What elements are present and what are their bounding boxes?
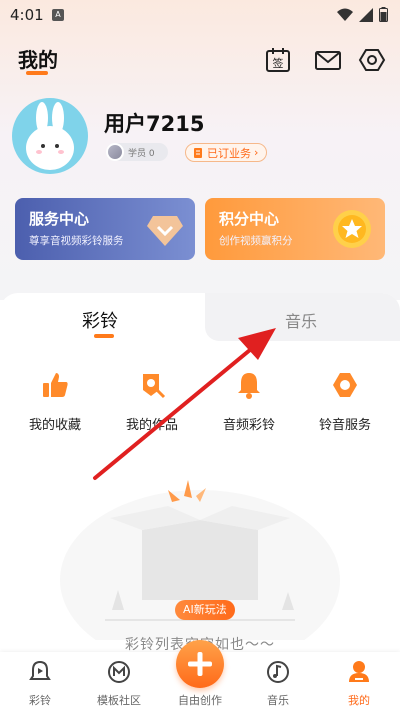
plus-icon <box>188 652 212 676</box>
document-icon <box>194 147 202 158</box>
quick-action-label: 音频彩铃 <box>222 418 275 433</box>
quick-action-label: 铃音服务 <box>318 418 371 433</box>
nav-label: 模板社区 <box>97 694 141 707</box>
subscribed-services-button[interactable]: 已订业务 › <box>185 143 268 162</box>
tab-active-underline <box>94 334 114 338</box>
works-icon <box>143 374 166 399</box>
calendar-sign-icon[interactable]: 签 <box>264 46 292 74</box>
avatar[interactable] <box>12 98 88 174</box>
nav-item-music[interactable]: 音乐 <box>243 660 313 708</box>
service-center-card[interactable]: 服务中心 尊享音视频彩铃服务 <box>15 198 195 260</box>
member-label: 学员 0 <box>128 148 155 159</box>
nav-label: 彩铃 <box>29 694 51 707</box>
member-level-icon <box>106 143 124 161</box>
free-create-button[interactable] <box>176 640 224 688</box>
ringtone-icon <box>29 660 51 680</box>
points-card-subtitle: 创作视频赢积分 <box>219 235 293 247</box>
bell-icon <box>238 373 260 399</box>
service-card-subtitle: 尊享音视频彩铃服务 <box>29 235 124 247</box>
status-bar: 4:01 A <box>0 0 400 30</box>
wifi-icon <box>337 8 353 21</box>
mail-icon[interactable] <box>314 46 342 74</box>
points-card-title: 积分中心 <box>219 210 280 228</box>
calendar-glyph: 签 <box>273 56 284 70</box>
gear-icon <box>333 373 357 397</box>
status-time: 4:01 <box>10 6 44 24</box>
nav-item-profile[interactable]: 我的 <box>324 660 394 708</box>
signal-icon <box>359 7 373 22</box>
tab-ringtone[interactable]: 彩铃 <box>82 307 118 333</box>
points-center-card[interactable]: 积分中心 创作视频赢积分 <box>205 198 385 260</box>
music-note-icon <box>267 661 289 683</box>
service-card-title: 服务中心 <box>29 210 90 228</box>
quick-action-works[interactable]: 我的作品 <box>112 370 192 433</box>
thumbs-up-icon <box>43 373 68 397</box>
page-title: 我的 <box>18 48 58 72</box>
quick-action-label: 我的作品 <box>125 418 178 433</box>
battery-icon <box>379 7 388 22</box>
nav-item-ringtone[interactable]: 彩铃 <box>5 660 75 708</box>
bunny-avatar-icon <box>26 102 74 170</box>
nav-item-template-community[interactable]: 模板社区 <box>84 660 154 708</box>
username: 用户7215 <box>104 112 205 136</box>
member-badge[interactable]: 学员 0 <box>106 143 168 161</box>
title-underline <box>26 71 48 75</box>
profile-icon <box>349 661 369 682</box>
diamond-icon <box>147 216 183 246</box>
quick-action-audio-ringtone[interactable]: 音频彩铃 <box>209 370 289 433</box>
quick-action-label: 我的收藏 <box>28 418 81 433</box>
status-app-icon: A <box>52 9 64 21</box>
nav-label: 我的 <box>348 694 370 707</box>
free-create-label: 自由创作 <box>178 694 222 707</box>
subscribed-label: 已订业务 <box>207 146 251 160</box>
coin-star-icon <box>333 210 371 248</box>
quick-action-ringtone-service[interactable]: 铃音服务 <box>305 370 385 433</box>
chevron-right-icon: › <box>254 146 259 159</box>
nav-label: 音乐 <box>267 694 289 707</box>
settings-icon[interactable] <box>358 46 386 74</box>
status-indicators <box>337 7 388 22</box>
quick-action-favorites[interactable]: 我的收藏 <box>15 370 95 433</box>
ai-new-feature-chip[interactable]: AI新玩法 <box>175 600 235 620</box>
template-icon <box>108 661 130 683</box>
tab-music[interactable]: 音乐 <box>285 308 317 332</box>
